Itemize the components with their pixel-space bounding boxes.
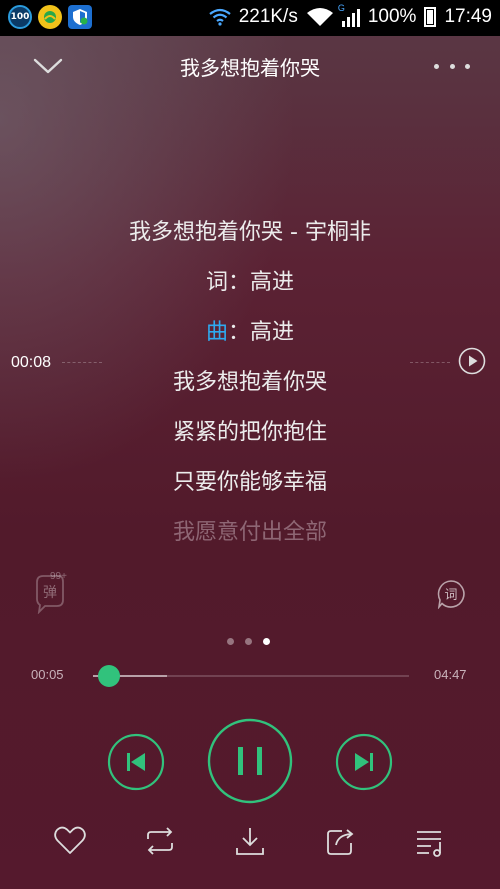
wifi-icon (209, 8, 231, 26)
page-indicator (227, 638, 270, 645)
lyrics-panel[interactable]: 我多想抱着你哭 - 宇桐非 词：高进曲：高进我多想抱着你哭 紧紧的把你抱住 只要你能够… (0, 214, 500, 564)
security-shield-icon (68, 5, 92, 29)
lyric-text: 我多想抱着你哭 (172, 370, 327, 395)
lyric-line: 紧紧的把你抱住 (0, 414, 500, 464)
lyric-line: 词：高进 (0, 264, 500, 314)
battery-percent: 100% (367, 6, 417, 27)
more-options-button[interactable] (434, 56, 470, 76)
previous-track-button[interactable] (107, 733, 165, 791)
more-dot-icon (465, 63, 470, 69)
page-dot (227, 638, 234, 645)
lyrics-settings-button[interactable]: 词 (436, 579, 466, 610)
battery-icon (424, 7, 437, 27)
network-type: G (337, 3, 345, 13)
danmu-label: 弹 (43, 585, 57, 601)
seek-bar-thumb[interactable] (97, 665, 120, 687)
lyric-text: 紧紧的把你抱住 (172, 420, 327, 445)
lyric-highlight: 曲 (205, 320, 228, 345)
lyric-text: 我愿意付出全部 (172, 520, 327, 545)
page-dot (263, 638, 270, 645)
lyric-text: 词：高进 (205, 270, 294, 295)
seek-bar[interactable] (93, 665, 409, 687)
download-icon[interactable] (232, 823, 268, 859)
song-title: 我多想抱着你哭 (180, 56, 320, 80)
qq-browser-icon (38, 5, 62, 29)
lyric-time-marker: 00:08 (11, 354, 52, 371)
action-bar (0, 815, 500, 867)
more-dot-icon (449, 63, 455, 69)
lyric-line: 我愿意付出全部 (0, 514, 500, 564)
network-speed: 221K/s (238, 6, 298, 27)
lyrics-button-label: 词 (444, 588, 457, 603)
page-dot (245, 638, 252, 645)
status-bar: 100 221K/s G 100% 17:49 (0, 0, 500, 36)
favorite-heart-icon[interactable] (52, 823, 88, 859)
lyric-seek-line-right (410, 362, 450, 363)
lyric-line: 只要你能够幸福 (0, 464, 500, 514)
clock: 17:49 (444, 6, 492, 27)
battery-saver-icon: 100 (8, 5, 32, 29)
share-icon[interactable] (322, 823, 358, 859)
lyric-text: 我多想抱着你哭 - 宇桐非 (129, 220, 371, 245)
lyric-line: 曲：高进 (0, 314, 500, 364)
play-from-line-icon[interactable] (458, 347, 486, 375)
lyric-text: ：高进 (228, 320, 295, 345)
more-dot-icon (434, 63, 439, 69)
next-track-button[interactable] (335, 733, 393, 791)
total-time: 04:47 (434, 667, 467, 682)
playlist-icon[interactable] (412, 823, 448, 859)
current-time: 00:05 (31, 667, 64, 682)
wifi-strength-icon (306, 8, 333, 26)
lyric-line: 我多想抱着你哭 (0, 364, 500, 414)
lyric-seek-line-left (62, 362, 102, 363)
lyric-text: 只要你能够幸福 (172, 470, 327, 495)
lyric-line: 我多想抱着你哭 - 宇桐非 (0, 214, 500, 264)
danmu-count-badge: 99+ (50, 571, 67, 582)
pause-button[interactable] (207, 718, 293, 804)
repeat-mode-icon[interactable] (142, 823, 178, 859)
